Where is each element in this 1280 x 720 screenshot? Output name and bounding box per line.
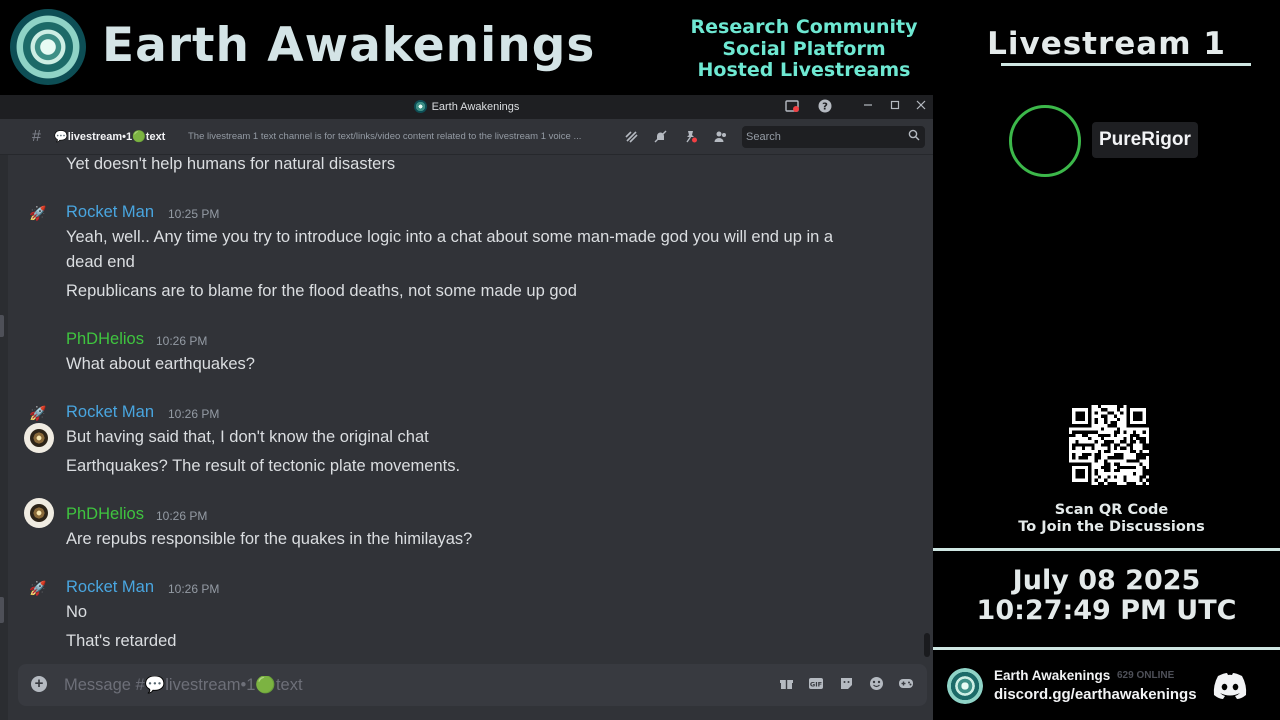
- tagline-line: Hosted Livestreams: [697, 59, 911, 81]
- gif-icon[interactable]: GIF: [807, 676, 825, 694]
- message-content: Earthquakes? The result of tectonic plat…: [66, 457, 461, 475]
- message-content: What about earthquakes?: [66, 355, 255, 373]
- add-attachment-icon[interactable]: +: [31, 676, 47, 692]
- discord-logo-icon: [1212, 672, 1248, 705]
- close-icon[interactable]: [913, 99, 929, 115]
- emoji-icon[interactable]: [867, 676, 885, 694]
- channel-name[interactable]: 💬livestream•1🟢text: [54, 130, 165, 143]
- message-timestamp: 10:26 PM: [168, 582, 220, 596]
- message-content: That's retarded: [66, 632, 177, 650]
- message-timestamp: 10:26 PM: [156, 509, 208, 523]
- speaker-name: PureRigor: [1092, 122, 1198, 158]
- message-input[interactable]: [64, 673, 744, 697]
- search-input[interactable]: [746, 129, 896, 145]
- message-content: Yet doesn't help humans for natural disa…: [66, 155, 396, 173]
- banner-tagline: Research Community Social Platform Hoste…: [672, 16, 936, 82]
- scrollbar-thumb[interactable]: [924, 633, 930, 657]
- message-content: Are repubs responsible for the quakes in…: [66, 530, 473, 548]
- svg-text:?: ?: [822, 102, 828, 113]
- help-icon[interactable]: ?: [817, 99, 833, 115]
- threads-icon[interactable]: [623, 129, 639, 145]
- stream-side-panel: Livestream 1 PureRigor Scan QR Code To J…: [933, 0, 1280, 720]
- server-logo: [947, 668, 983, 704]
- message-list: Yet doesn't help humans for natural disa…: [8, 155, 920, 659]
- message-timestamp: 10:25 PM: [168, 207, 220, 221]
- qr-code: [1069, 405, 1149, 485]
- member-list-icon[interactable]: [712, 129, 728, 145]
- livestream-title: Livestream 1: [987, 26, 1226, 62]
- channel-header: # 💬livestream•1🟢text The livestream 1 te…: [0, 119, 933, 155]
- gift-icon[interactable]: [777, 676, 795, 694]
- server-icon: [413, 100, 427, 113]
- unread-indicator: [0, 315, 4, 337]
- sticker-icon[interactable]: [837, 676, 855, 694]
- message-content: No: [66, 603, 88, 621]
- banner-title: Earth Awakenings: [102, 18, 596, 73]
- clock-time: 10:27:49 PM UTC: [976, 595, 1237, 626]
- phdhelios-avatar[interactable]: [24, 423, 54, 453]
- search-box[interactable]: [742, 126, 925, 148]
- divider: [933, 647, 1280, 650]
- message-content: But having said that, I don't know the o…: [66, 428, 429, 446]
- apps-gamepad-icon[interactable]: [897, 676, 915, 694]
- username[interactable]: Rocket Man: [66, 403, 154, 422]
- search-icon: [908, 129, 920, 144]
- earth-awakenings-logo: [10, 9, 86, 85]
- phdhelios-avatar[interactable]: [24, 498, 54, 528]
- username[interactable]: Rocket Man: [66, 203, 154, 222]
- username[interactable]: PhDHelios: [66, 505, 144, 524]
- rocket-avatar-icon[interactable]: 🚀: [28, 403, 48, 423]
- inbox-icon[interactable]: [784, 99, 800, 115]
- invite-link: discord.gg/earthawakenings: [994, 686, 1197, 703]
- clock-date: July 08 2025: [1012, 565, 1201, 596]
- footer-server-name: Earth Awakenings: [994, 668, 1111, 683]
- tagline-line: Research Community: [690, 16, 918, 38]
- scan-instructions: Scan QR Code To Join the Discussions: [933, 502, 1280, 536]
- message-timestamp: 10:26 PM: [156, 334, 208, 348]
- pinned-messages-icon[interactable]: [682, 129, 698, 145]
- divider: [933, 548, 1280, 551]
- channel-topic[interactable]: The livestream 1 text channel is for tex…: [188, 131, 613, 142]
- message-content: Yeah, well.. Any time you try to introdu…: [66, 228, 834, 246]
- discord-window: Earth Awakenings ? # 💬livestream•1🟢text …: [0, 95, 933, 720]
- minimize-icon[interactable]: [860, 99, 876, 115]
- guild-sidebar-edge: [0, 155, 8, 720]
- unread-indicator: [0, 597, 4, 623]
- window-titlebar: Earth Awakenings ?: [0, 95, 933, 119]
- channel-hash-icon: #: [32, 128, 41, 145]
- message-content: dead end: [66, 253, 135, 271]
- window-title-text: Earth Awakenings: [431, 101, 520, 113]
- maximize-icon[interactable]: [887, 99, 903, 115]
- scan-line: Scan QR Code: [1054, 502, 1169, 518]
- username[interactable]: PhDHelios: [66, 330, 144, 349]
- message-timestamp: 10:26 PM: [168, 407, 220, 421]
- svg-text:GIF: GIF: [810, 681, 822, 689]
- message-content: Republicans are to blame for the flood d…: [66, 282, 577, 300]
- rocket-avatar-icon[interactable]: 🚀: [28, 203, 48, 223]
- scan-line: To Join the Discussions: [1018, 519, 1205, 535]
- online-count: 629 ONLINE: [1117, 670, 1175, 681]
- tagline-line: Social Platform: [722, 37, 886, 60]
- message-composer: + GIF: [18, 664, 927, 706]
- title-underline: [1001, 63, 1251, 66]
- clock: July 08 2025 10:27:49 PM UTC: [933, 566, 1280, 626]
- notification-bell-muted-icon[interactable]: [652, 129, 668, 145]
- rocket-avatar-icon[interactable]: 🚀: [28, 578, 48, 598]
- stream-banner: Earth Awakenings Research Community Soci…: [0, 0, 933, 95]
- username[interactable]: Rocket Man: [66, 578, 154, 597]
- speaker-avatar: [1009, 105, 1081, 177]
